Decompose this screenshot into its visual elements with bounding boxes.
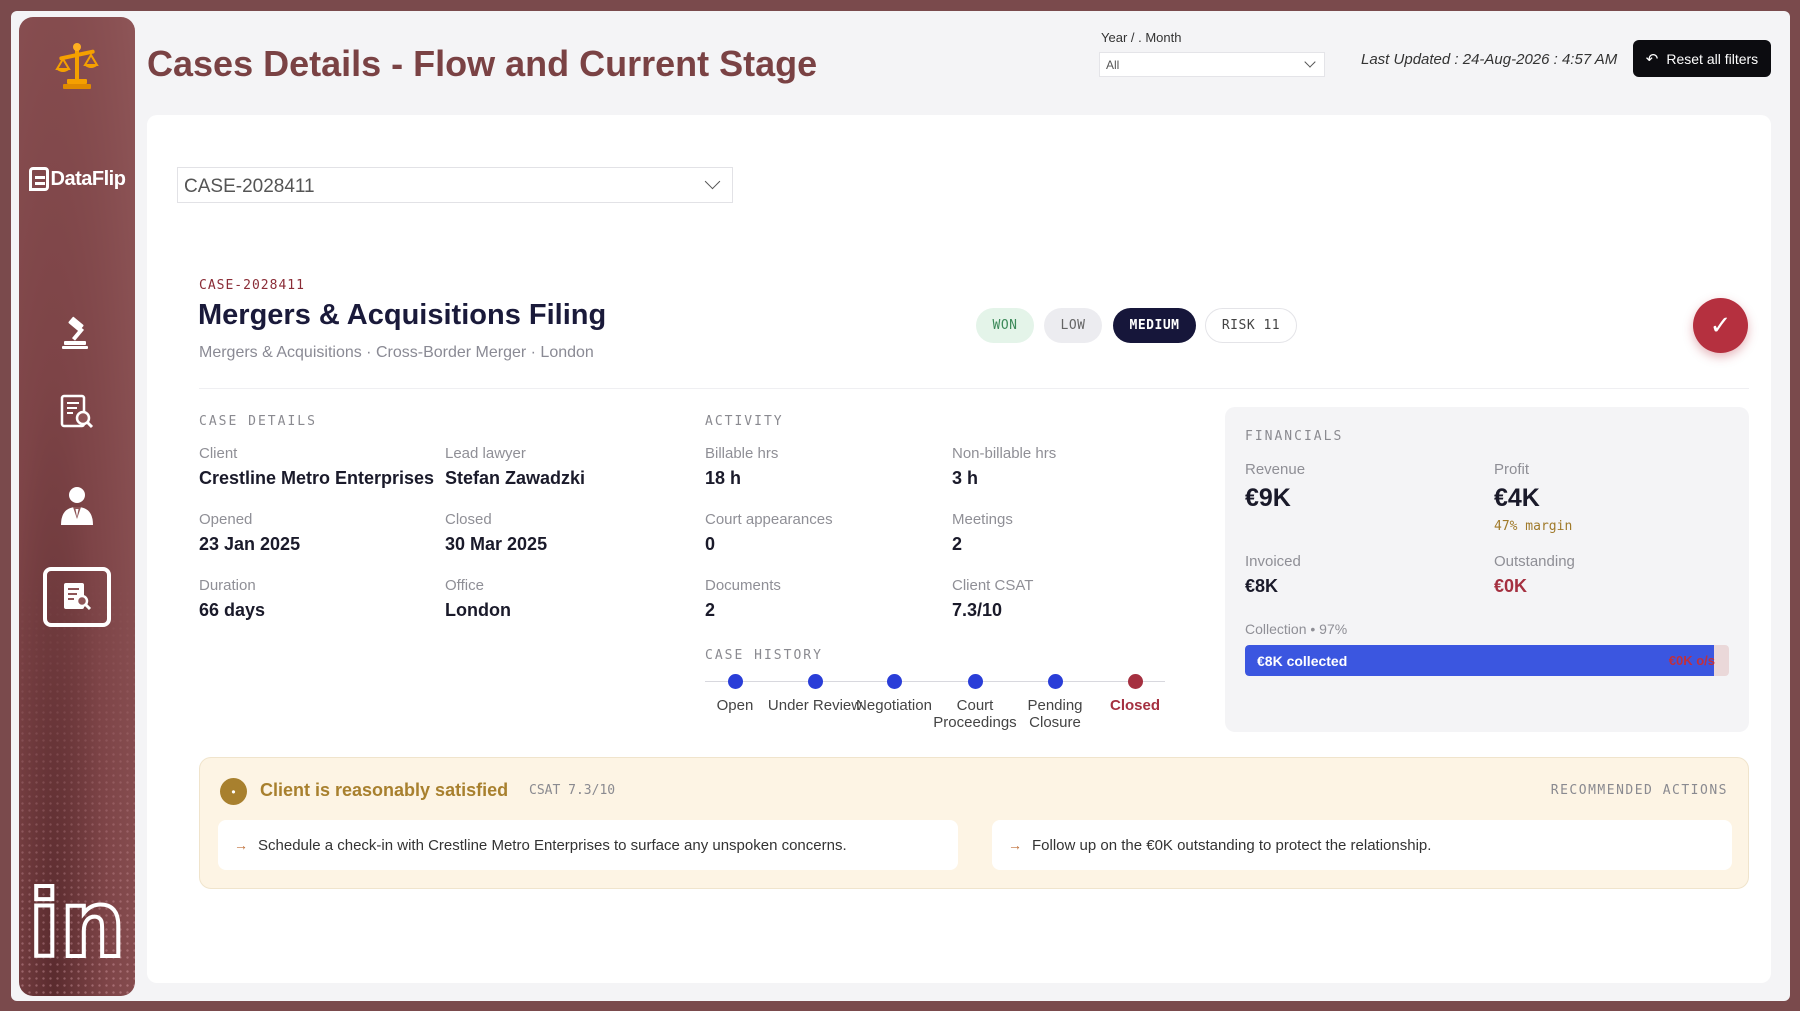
satisfaction-banner: • Client is reasonably satisfied CSAT 7.…: [199, 757, 1749, 889]
case-selector[interactable]: CASE-2028411: [177, 167, 733, 203]
sidebar-item-case-details[interactable]: [19, 567, 135, 627]
court-appearances-field: Court appearances 0: [705, 511, 833, 554]
reset-filters-button[interactable]: ↶ Reset all filters: [1633, 40, 1771, 77]
profit-field: Profit €4K 47% margin: [1494, 461, 1573, 534]
office-field: Office London: [445, 577, 511, 620]
chevron-down-icon: [1304, 56, 1316, 68]
undo-icon: ↶: [1645, 50, 1659, 68]
meetings-field: Meetings 2: [952, 511, 1013, 554]
risk-badge: RISK 11: [1205, 308, 1297, 343]
scales-logo-icon: [19, 39, 135, 95]
billable-hours-field: Billable hrs 18 h: [705, 445, 779, 488]
step-dot: [727, 674, 743, 689]
client-csat-field: Client CSAT 7.3/10: [952, 577, 1034, 620]
revenue-field: Revenue €9K: [1245, 461, 1306, 512]
lead-lawyer-field: Lead lawyer Stefan Zawadzki: [445, 445, 586, 488]
collection-label: Collection • 97%: [1245, 621, 1348, 637]
linkedin-link[interactable]: in: [19, 871, 135, 978]
non-billable-hours-field: Non-billable hrs 3 h: [952, 445, 1057, 488]
linkedin-icon: in: [26, 871, 127, 978]
satisfaction-csat: CSAT 7.3/10: [529, 783, 616, 798]
arrow-right-icon: →: [1008, 837, 1022, 853]
history-step-closed: Closed: [1080, 671, 1190, 714]
app-window: DataFlip in Cases Details - Flow and Cur…: [11, 11, 1790, 1001]
case-history-label: CASE HISTORY: [705, 648, 823, 663]
case-title: Mergers & Acquisitions Filing: [198, 299, 607, 331]
collection-progress-bar: €8K collected €0K o/s: [1245, 645, 1729, 676]
case-selector-value: CASE-2028411: [184, 176, 315, 197]
sidebar-item-documents[interactable]: [19, 393, 135, 433]
step-dot: [1047, 674, 1063, 689]
priority-low-badge: LOW: [1044, 308, 1102, 343]
step-dot: [886, 674, 902, 689]
case-subtitle: Mergers & Acquisitions · Cross-Border Me…: [199, 344, 594, 361]
documents-field: Documents 2: [705, 577, 781, 620]
case-code: CASE-2028411: [199, 278, 305, 293]
dataflip-mark-icon: [28, 167, 49, 191]
gavel-icon: [62, 316, 88, 349]
opened-field: Opened 23 Jan 2025: [199, 511, 301, 554]
case-details-label: CASE DETAILS: [199, 414, 317, 429]
outcome-badge: WON: [976, 308, 1034, 343]
financials-panel: FINANCIALS Revenue €9K Profit €4K 47% ma…: [1225, 407, 1749, 732]
step-dot: [1127, 674, 1143, 689]
case-history-timeline: Open Under Review Negotiation Court Proc…: [691, 671, 1165, 751]
sidebar-item-lawyers[interactable]: [19, 485, 135, 529]
last-updated: Last Updated : 24-Aug-2026 : 4:57 AM: [1361, 51, 1618, 68]
page-title: Cases Details - Flow and Current Stage: [147, 43, 818, 84]
closed-field: Closed 30 Mar 2025: [445, 511, 548, 554]
sidebar-item-cases[interactable]: [19, 315, 135, 351]
invoiced-field: Invoiced €8K: [1245, 553, 1301, 596]
dataflip-logo: DataFlip: [19, 167, 135, 191]
outstanding-text: €0K o/s: [1668, 653, 1715, 668]
lawyer-icon: [61, 487, 93, 525]
active-item-frame: [43, 567, 111, 627]
recommended-action: → Follow up on the €0K outstanding to pr…: [992, 820, 1732, 870]
step-dot: [807, 674, 823, 689]
recommended-actions-label: RECOMMENDED ACTIONS: [1550, 783, 1728, 798]
chevron-down-icon: [704, 173, 721, 190]
satisfaction-title: Client is reasonably satisfied: [260, 780, 509, 800]
arrow-right-icon: →: [234, 837, 248, 853]
collected-text: €8K collected: [1257, 653, 1348, 669]
recommended-action: → Schedule a check-in with Crestline Met…: [218, 820, 958, 870]
reset-filters-label: Reset all filters: [1666, 50, 1759, 67]
profit-margin: 47% margin: [1494, 519, 1573, 534]
step-dot: [967, 674, 983, 689]
outstanding-field: Outstanding €0K: [1494, 553, 1575, 596]
duration-field: Duration 66 days: [199, 577, 266, 620]
financials-label: FINANCIALS: [1245, 429, 1344, 444]
satisfaction-dot-icon: •: [220, 778, 247, 805]
year-month-filter[interactable]: All: [1099, 52, 1325, 77]
sidebar: DataFlip in: [19, 17, 135, 996]
case-card: CASE-2028411 CASE-2028411 Mergers & Acqu…: [147, 115, 1771, 983]
year-month-filter-value: All: [1106, 58, 1120, 72]
year-month-filter-label: Year / . Month: [1101, 30, 1182, 45]
client-field: Client Crestline Metro Enterprises: [199, 445, 435, 488]
activity-label: ACTIVITY: [705, 414, 784, 429]
checkmark-icon: ✓: [1693, 298, 1748, 353]
document-search-icon: [60, 394, 94, 429]
divider: [199, 388, 1749, 389]
case-report-icon: [64, 583, 92, 611]
priority-medium-badge: MEDIUM: [1113, 308, 1196, 343]
